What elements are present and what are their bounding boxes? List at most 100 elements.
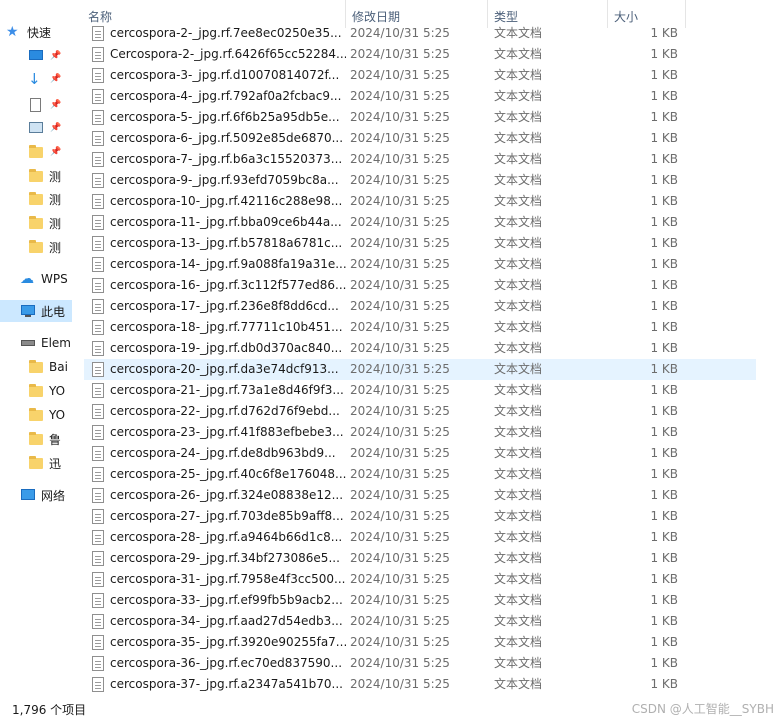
file-row[interactable]: cercospora-23-_jpg.rf.41f883efbebe3... 20… [84, 422, 756, 443]
file-type: 文本文档 [494, 278, 543, 292]
nav-item-1[interactable]: 📌 [28, 45, 72, 67]
file-modified-date: 2024/10/31 5:25 [350, 194, 450, 208]
file-type: 文本文档 [494, 551, 543, 565]
file-row[interactable]: cercospora-36-_jpg.rf.ec70ed837590... 202… [84, 653, 756, 674]
document-icon [28, 97, 44, 113]
nav-item-label: 快速 [27, 25, 52, 40]
status-bar: 1,796 个项目 CSDN @人工智能__SYBH [0, 698, 780, 720]
file-row[interactable]: cercospora-24-_jpg.rf.de8db963bd9... 2024… [84, 443, 756, 464]
file-type: 文本文档 [494, 446, 543, 460]
nav-item-12[interactable]: Elem [20, 332, 72, 354]
picture-icon [28, 120, 44, 136]
file-row[interactable]: cercospora-25-_jpg.rf.40c6f8e176048... 20… [84, 464, 756, 485]
file-size: 1 KB [650, 425, 678, 439]
file-row[interactable]: cercospora-22-_jpg.rf.d762d76f9ebd... 202… [84, 401, 756, 422]
file-row[interactable]: cercospora-14-_jpg.rf.9a088fa19a31e... 20… [84, 254, 756, 275]
desktop-icon [28, 48, 44, 64]
nav-item-label: 测 [49, 169, 62, 184]
nav-item-6[interactable]: 测 [28, 165, 72, 187]
nav-item-13[interactable]: Bai [28, 356, 72, 378]
file-modified-date: 2024/10/31 5:25 [350, 509, 450, 523]
file-row[interactable]: cercospora-28-_jpg.rf.a9464b66d1c8... 202… [84, 527, 756, 548]
file-type: 文本文档 [494, 236, 543, 250]
file-row[interactable]: cercospora-31-_jpg.rf.7958e4f3cc500... 20… [84, 569, 756, 590]
file-type: 文本文档 [494, 425, 543, 439]
nav-item-2[interactable]: ↓ 📌 [28, 68, 72, 90]
file-type: 文本文档 [494, 656, 543, 670]
file-row[interactable]: cercospora-26-_jpg.rf.324e08838e12... 202… [84, 485, 756, 506]
file-name: cercospora-5-_jpg.rf.6f6b25a95db5e... [110, 110, 340, 124]
file-type: 文本文档 [494, 341, 543, 355]
file-row[interactable]: cercospora-17-_jpg.rf.236e8f8dd6cd... 202… [84, 296, 756, 317]
item-count-label: 1,796 个项目 [12, 703, 87, 717]
file-row[interactable]: cercospora-19-_jpg.rf.db0d370ac840... 202… [84, 338, 756, 359]
watermark-text: CSDN @人工智能__SYBH [631, 702, 774, 716]
file-modified-date: 2024/10/31 5:25 [350, 488, 450, 502]
file-row[interactable]: cercospora-33-_jpg.rf.ef99fb5b9acb2... 20… [84, 590, 756, 611]
file-row[interactable]: cercospora-13-_jpg.rf.b57818a6781c... 202… [84, 233, 756, 254]
file-row[interactable]: cercospora-5-_jpg.rf.6f6b25a95db5e... 202… [84, 107, 756, 128]
text-file-icon [92, 89, 104, 104]
nav-item-15[interactable]: YO [28, 404, 72, 426]
nav-item-11[interactable]: 此电 [0, 300, 72, 322]
file-row[interactable]: cercospora-7-_jpg.rf.b6a3c15520373... 202… [84, 149, 756, 170]
file-type: 文本文档 [494, 572, 543, 586]
nav-item-label: Bai [49, 360, 68, 374]
nav-item-8[interactable]: 测 [28, 212, 72, 234]
file-type: 文本文档 [494, 194, 543, 208]
file-name: cercospora-17-_jpg.rf.236e8f8dd6cd... [110, 299, 339, 313]
nav-item-14[interactable]: YO [28, 380, 72, 402]
file-name: cercospora-25-_jpg.rf.40c6f8e176048... [110, 467, 346, 481]
file-row[interactable]: cercospora-11-_jpg.rf.bba09ce6b44a... 202… [84, 212, 756, 233]
folder-icon [28, 168, 44, 184]
file-modified-date: 2024/10/31 5:25 [350, 404, 450, 418]
nav-item-10[interactable]: ☁ WPS [20, 268, 72, 290]
file-modified-date: 2024/10/31 5:25 [350, 614, 450, 628]
nav-item-0[interactable]: ★ 快速 [6, 21, 72, 43]
nav-item-9[interactable]: 测 [28, 236, 72, 258]
file-row[interactable]: cercospora-37-_jpg.rf.a2347a541b70... 202… [84, 674, 756, 695]
nav-item-5[interactable]: 📌 [28, 141, 72, 163]
file-size: 1 KB [650, 446, 678, 460]
file-name: Cercospora-2-_jpg.rf.6426f65cc52284... [110, 47, 346, 61]
file-row[interactable]: cercospora-9-_jpg.rf.93efd7059bc8a... 202… [84, 170, 756, 191]
file-modified-date: 2024/10/31 5:25 [350, 446, 450, 460]
file-row[interactable]: cercospora-35-_jpg.rf.3920e90255fa7... 20… [84, 632, 756, 653]
file-row[interactable]: cercospora-34-_jpg.rf.aad27d54edb3... 202… [84, 611, 756, 632]
file-type: 文本文档 [494, 47, 543, 61]
file-row[interactable]: cercospora-6-_jpg.rf.5092e85de6870... 202… [84, 128, 756, 149]
file-row[interactable]: cercospora-10-_jpg.rf.42116c288e98... 202… [84, 191, 756, 212]
file-name: cercospora-4-_jpg.rf.792af0a2fcbac9... [110, 89, 342, 103]
file-row[interactable]: cercospora-2-_jpg.rf.7ee8ec0250e35... 202… [84, 24, 756, 44]
file-row[interactable]: cercospora-27-_jpg.rf.703de85b9aff8... 20… [84, 506, 756, 527]
file-row[interactable]: cercospora-3-_jpg.rf.d10070814072f... 202… [84, 65, 756, 86]
file-row[interactable]: Cercospora-2-_jpg.rf.6426f65cc52284... 20… [84, 44, 756, 65]
nav-item-17[interactable]: 迅 [28, 452, 72, 474]
file-type: 文本文档 [494, 299, 543, 313]
file-size: 1 KB [650, 677, 678, 691]
file-size: 1 KB [650, 404, 678, 418]
file-row[interactable]: cercospora-18-_jpg.rf.77711c10b451... 202… [84, 317, 756, 338]
file-name: cercospora-10-_jpg.rf.42116c288e98... [110, 194, 343, 208]
file-name: cercospora-31-_jpg.rf.7958e4f3cc500... [110, 572, 346, 586]
file-size: 1 KB [650, 341, 678, 355]
nav-item-18[interactable]: 网络 [20, 484, 72, 506]
file-type: 文本文档 [494, 614, 543, 628]
file-modified-date: 2024/10/31 5:25 [350, 425, 450, 439]
folder-icon [28, 431, 44, 447]
file-row[interactable]: cercospora-4-_jpg.rf.792af0a2fcbac9... 20… [84, 86, 756, 107]
file-type: 文本文档 [494, 26, 543, 40]
nav-item-16[interactable]: 鲁 [28, 428, 72, 450]
nav-item-7[interactable]: 测 [28, 188, 72, 210]
file-row[interactable]: cercospora-21-_jpg.rf.73a1e8d46f9f3... 20… [84, 380, 756, 401]
file-size: 1 KB [650, 614, 678, 628]
text-file-icon [92, 530, 104, 545]
file-row[interactable]: cercospora-16-_jpg.rf.3c112f577ed86... 20… [84, 275, 756, 296]
nav-item-4[interactable]: 📌 [28, 117, 72, 139]
nav-item-3[interactable]: 📌 [28, 94, 72, 116]
file-modified-date: 2024/10/31 5:25 [350, 173, 450, 187]
text-file-icon [92, 278, 104, 293]
file-row[interactable]: cercospora-29-_jpg.rf.34bf273086e5... 202… [84, 548, 756, 569]
file-row[interactable]: cercospora-20-_jpg.rf.da3e74dcf913... 202… [84, 359, 756, 380]
pin-icon: 📌 [50, 100, 62, 110]
